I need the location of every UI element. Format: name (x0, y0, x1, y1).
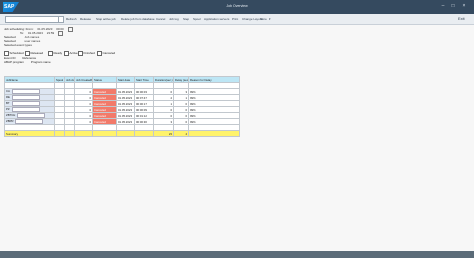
summary-label: Summary (4, 130, 55, 137)
job-name: RE (6, 95, 10, 100)
status-bar (0, 251, 474, 258)
command-field[interactable] (5, 16, 59, 23)
empty-cell (116, 130, 135, 137)
job-name-field (11, 101, 40, 106)
job-name: ZBPR (6, 119, 14, 124)
stop-active-job-button[interactable]: Stop active job (96, 17, 116, 21)
abap-program-row: ABAP program Program name (4, 60, 51, 64)
time-to-value[interactable]: 23:59 (47, 31, 55, 35)
summary-delay: 4 (173, 130, 189, 137)
empty-cell (134, 130, 154, 137)
job-name-field (17, 113, 46, 118)
job-grid: JobName Spool Job doc Job CreatedB Statu… (4, 76, 240, 137)
job-name: CA (6, 89, 10, 94)
job-name-field (11, 95, 40, 100)
job-name: PZ (6, 107, 10, 112)
job-name-field (15, 119, 44, 124)
status-released[interactable]: Released (25, 51, 43, 56)
title-bar: SAP Job Overview – □ × (0, 0, 474, 14)
spool-button[interactable]: Spool (193, 17, 201, 21)
more-menu[interactable]: More (260, 17, 267, 21)
empty-cell (54, 130, 65, 137)
value-help-icon[interactable] (58, 31, 64, 36)
checkbox[interactable] (48, 51, 53, 56)
status-finished[interactable]: Finished (78, 51, 95, 56)
status-canceled[interactable]: Canceled (97, 51, 115, 56)
chevron-down-icon: ▾ (269, 17, 271, 21)
status-ready[interactable]: Ready (48, 51, 62, 56)
job-name: ZBTCH (6, 113, 16, 118)
cancel-button[interactable]: Cancel (156, 17, 165, 21)
checkbox[interactable] (78, 51, 83, 56)
release-button[interactable]: Release (80, 17, 91, 21)
close-icon[interactable]: × (461, 3, 467, 9)
empty-cell (64, 130, 75, 137)
job-name: BT (6, 101, 10, 106)
application-servers-button[interactable]: Application servers (204, 17, 229, 21)
print-button[interactable]: Print (232, 17, 238, 21)
dropdown-icon[interactable] (58, 16, 64, 23)
job-name-field (11, 107, 40, 112)
application-toolbar: Refresh Release Stop active job Delete j… (0, 14, 474, 25)
status-scheduled[interactable]: Scheduled (4, 51, 24, 56)
event-types-label: Selected event types (4, 43, 32, 47)
checkbox[interactable] (64, 51, 69, 56)
checkbox[interactable] (97, 51, 102, 56)
minimize-icon[interactable]: – (440, 3, 446, 9)
abap-program-label: ABAP program (4, 60, 24, 64)
value-help-icon[interactable] (67, 27, 73, 32)
step-button[interactable]: Step (183, 17, 189, 21)
window-title: Job Overview (226, 4, 248, 8)
program-name-label: Program name (30, 60, 51, 64)
delete-job-button[interactable]: Delete job from database (121, 17, 155, 21)
job-log-button[interactable]: Job log (169, 17, 179, 21)
job-name-field (11, 89, 40, 94)
empty-cell (92, 130, 117, 137)
exit-button[interactable]: Exit (458, 16, 465, 21)
empty-cell (188, 130, 240, 137)
checkbox[interactable] (4, 51, 9, 56)
summary-duration: 23 (153, 130, 174, 137)
maximize-icon[interactable]: □ (450, 3, 456, 9)
checkbox[interactable] (25, 51, 30, 56)
empty-cell (74, 130, 93, 137)
summary-row: Summary 23 4 (4, 130, 240, 137)
status-active[interactable]: Active (64, 51, 78, 56)
refresh-button[interactable]: Refresh (66, 17, 77, 21)
